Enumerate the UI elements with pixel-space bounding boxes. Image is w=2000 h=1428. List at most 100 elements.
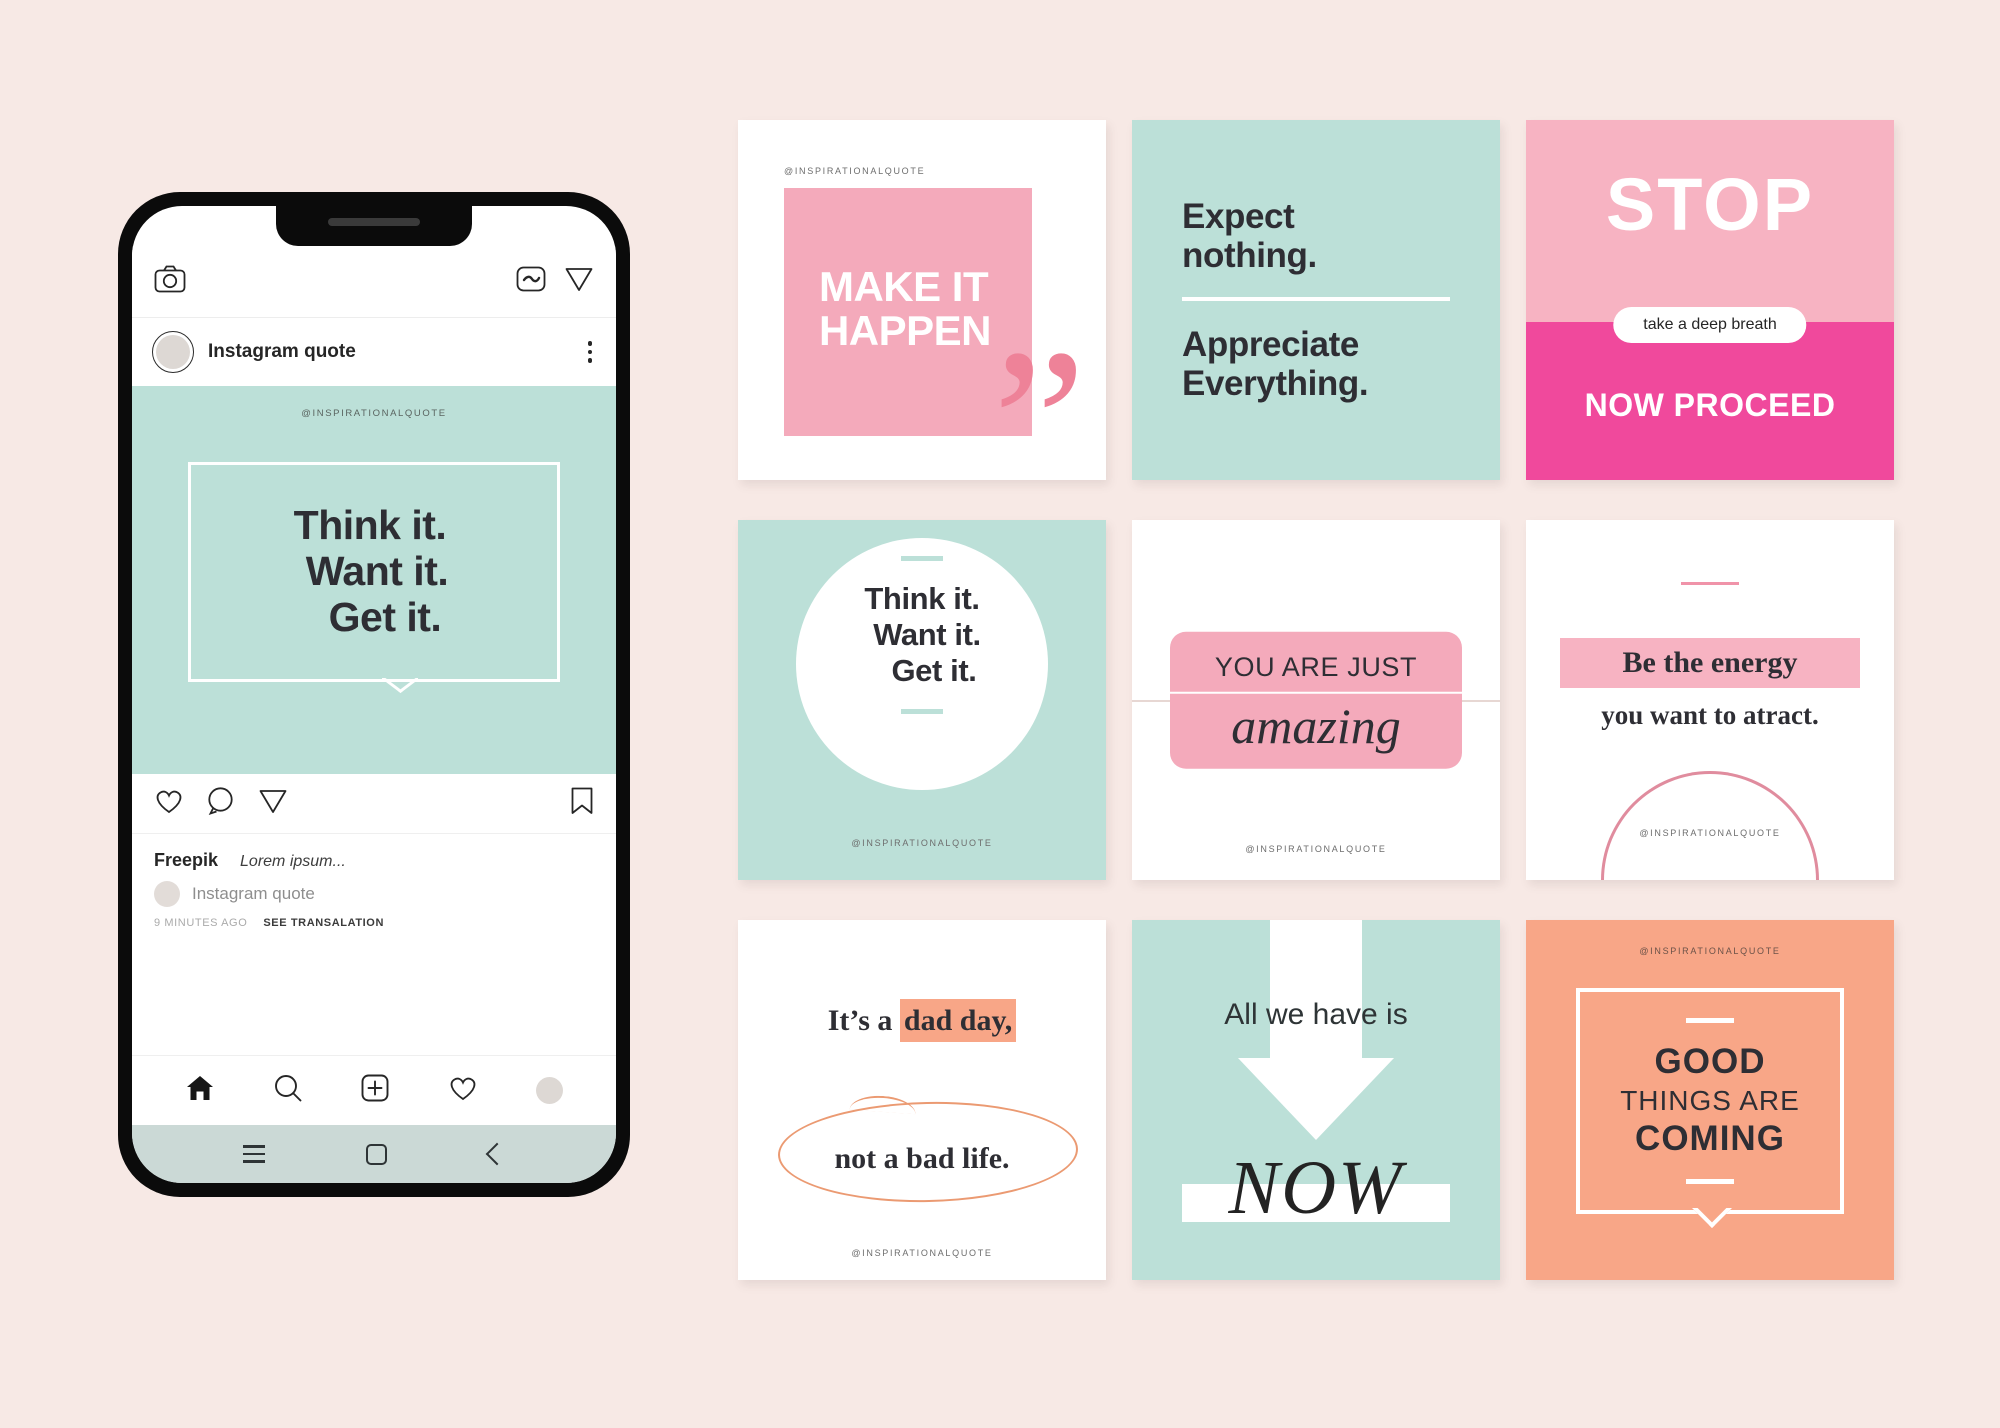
card-text-bottom: amazing bbox=[1231, 697, 1401, 754]
card-make-it-happen[interactable]: @INSPIRATIONALQUOTE MAKE IT HAPPEN ” bbox=[738, 120, 1106, 480]
card-think-it-circle[interactable]: Think it. Want it. Get it. @INSPIRATIONA… bbox=[738, 520, 1106, 880]
card-title-line-1: MAKE IT bbox=[818, 262, 989, 310]
speech-bubble-tail bbox=[382, 678, 418, 712]
post-template-grid: @INSPIRATIONALQUOTE MAKE IT HAPPEN ” Exp… bbox=[738, 120, 1894, 1280]
post-header: Instagram quote bbox=[132, 318, 616, 386]
card-stop[interactable]: STOP take a deep breath NOW PROCEED bbox=[1526, 120, 1894, 480]
card-handle: @INSPIRATIONALQUOTE bbox=[851, 1248, 993, 1258]
activity-heart-icon[interactable] bbox=[448, 1074, 478, 1107]
speech-bubble-frame: Think it. Want it. Get it. bbox=[188, 462, 560, 682]
card-handle: @INSPIRATIONALQUOTE bbox=[1639, 946, 1781, 956]
card-title: MAKE IT HAPPEN bbox=[818, 262, 992, 354]
camera-icon[interactable] bbox=[154, 265, 186, 298]
avatar[interactable] bbox=[152, 331, 194, 373]
see-translation-link[interactable]: SEE TRANSALATION bbox=[263, 917, 384, 929]
card-highlight-text: Be the energy bbox=[1560, 638, 1860, 688]
post-actions bbox=[132, 774, 616, 834]
card-text: All we have is bbox=[1224, 998, 1408, 1031]
down-arrow-head bbox=[1238, 1058, 1394, 1140]
profile-avatar[interactable] bbox=[536, 1077, 564, 1104]
search-icon[interactable] bbox=[273, 1073, 303, 1108]
caption-row-author: Freepik Lorem ipsum... bbox=[154, 850, 594, 871]
card-expect-nothing[interactable]: Expect nothing. Appreciate Everything. bbox=[1132, 120, 1500, 480]
share-icon[interactable] bbox=[258, 786, 288, 821]
back-icon[interactable] bbox=[485, 1142, 509, 1166]
menu-icon[interactable] bbox=[242, 1145, 265, 1163]
divider bbox=[1182, 297, 1450, 301]
speech-bubble-frame: GOOD THINGS ARE COMING bbox=[1576, 988, 1844, 1214]
card-footer-text: NOW PROCEED bbox=[1584, 387, 1836, 423]
dash-top bbox=[901, 556, 943, 561]
card-quote-line-2: THINGS ARE bbox=[1620, 1084, 1800, 1116]
send-icon[interactable] bbox=[564, 264, 594, 299]
card-you-are-just-amazing[interactable]: YOU ARE JUST amazing @INSPIRATIONALQUOTE bbox=[1132, 520, 1500, 880]
semicircle-arc bbox=[1601, 771, 1819, 880]
avatar-image bbox=[156, 335, 190, 369]
phone-notch bbox=[276, 206, 472, 246]
comment-avatar bbox=[154, 881, 180, 907]
heart-icon[interactable] bbox=[154, 787, 184, 820]
card-handle: @INSPIRATIONALQUOTE bbox=[784, 166, 926, 176]
card-text-top: Expect nothing. bbox=[1182, 197, 1450, 275]
igtv-icon[interactable] bbox=[516, 265, 546, 298]
comment-icon[interactable] bbox=[206, 786, 236, 821]
post-caption: Freepik Lorem ipsum... Instagram quote 9… bbox=[132, 834, 616, 1055]
card-text-line-4: Everything. bbox=[1182, 364, 1369, 404]
card-title-line-2: HAPPEN bbox=[818, 307, 992, 354]
notch-speaker bbox=[328, 218, 420, 226]
instagram-topbar bbox=[132, 246, 616, 318]
box-divider bbox=[1170, 691, 1462, 694]
phone-mockup: Instagram quote @INSPIRATIONALQUOTE Thin… bbox=[118, 192, 630, 1197]
media-quote-line-2: Want it. bbox=[305, 548, 449, 595]
down-arrow-icon bbox=[1270, 920, 1362, 1072]
line1-highlight: dad day, bbox=[899, 999, 1017, 1042]
home-square-icon[interactable] bbox=[366, 1143, 388, 1165]
card-quote-line-2: Want it. bbox=[873, 616, 981, 652]
card-handle: @INSPIRATIONALQUOTE bbox=[1245, 844, 1387, 854]
pink-dash bbox=[1681, 582, 1739, 585]
instagram-bottom-nav bbox=[132, 1055, 616, 1125]
card-text-line-1: It’s a dad day, bbox=[738, 999, 1106, 1042]
card-headline: STOP bbox=[1605, 163, 1815, 246]
card-handle: @INSPIRATIONALQUOTE bbox=[1639, 828, 1781, 838]
card-handle: @INSPIRATIONALQUOTE bbox=[851, 838, 993, 848]
card-subtitle: you want to atract. bbox=[1601, 700, 1819, 730]
card-emphasis-text: NOW bbox=[1228, 1146, 1404, 1230]
comment-username[interactable]: Instagram quote bbox=[192, 884, 315, 904]
card-quote-line-3: COMING bbox=[1635, 1119, 1785, 1159]
media-quote-line-1: Think it. bbox=[293, 502, 447, 549]
card-quote-line-1: Think it. bbox=[864, 581, 980, 616]
card-quote-line-3: Get it. bbox=[891, 652, 977, 688]
caption-row-comment: Instagram quote bbox=[154, 881, 594, 907]
card-text-bottom: Appreciate Everything. bbox=[1182, 325, 1450, 403]
card-all-we-have-is-now[interactable]: All we have is NOW bbox=[1132, 920, 1500, 1280]
line1-prefix: It’s a bbox=[827, 1004, 900, 1037]
caption-text: Lorem ipsum... bbox=[240, 853, 346, 870]
media-quote: Think it. Want it. Get it. bbox=[293, 502, 449, 641]
card-dad-day[interactable]: It’s a dad day, not a bad life. @INSPIRA… bbox=[738, 920, 1106, 1280]
dash-top bbox=[1686, 1018, 1734, 1024]
speech-bubble-tail bbox=[1692, 1208, 1732, 1238]
card-text-top: YOU ARE JUST bbox=[1214, 651, 1418, 682]
card-be-the-energy[interactable]: Be the energy you want to atract. @INSPI… bbox=[1526, 520, 1894, 880]
topbar-right-icons bbox=[516, 264, 594, 299]
dash-bottom bbox=[1686, 1178, 1734, 1184]
post-media: @INSPIRATIONALQUOTE Think it. Want it. G… bbox=[132, 386, 616, 774]
card-text-line-3: Appreciate bbox=[1182, 325, 1359, 364]
phone-screen: Instagram quote @INSPIRATIONALQUOTE Thin… bbox=[132, 206, 616, 1183]
card-quote: GOOD THINGS ARE COMING bbox=[1620, 1041, 1800, 1161]
bookmark-icon[interactable] bbox=[570, 786, 594, 821]
android-navigation-bar bbox=[132, 1125, 616, 1183]
caption-author[interactable]: Freepik bbox=[154, 850, 218, 871]
post-timestamp: 9 MINUTES AGO bbox=[154, 917, 248, 929]
home-icon[interactable] bbox=[185, 1074, 215, 1107]
card-good-things-are-coming[interactable]: @INSPIRATIONALQUOTE GOOD THINGS ARE COMI… bbox=[1526, 920, 1894, 1280]
circle-content: Think it. Want it. Get it. bbox=[738, 556, 1106, 714]
post-username[interactable]: Instagram quote bbox=[208, 341, 570, 363]
more-options-icon[interactable] bbox=[584, 337, 597, 367]
card-text-line-1: Expect bbox=[1182, 196, 1295, 236]
media-handle: @INSPIRATIONALQUOTE bbox=[301, 408, 447, 419]
add-post-icon[interactable] bbox=[360, 1073, 390, 1108]
media-quote-line-3: Get it. bbox=[328, 593, 442, 640]
card-text-line-2: not a bad life. bbox=[834, 1142, 1010, 1175]
